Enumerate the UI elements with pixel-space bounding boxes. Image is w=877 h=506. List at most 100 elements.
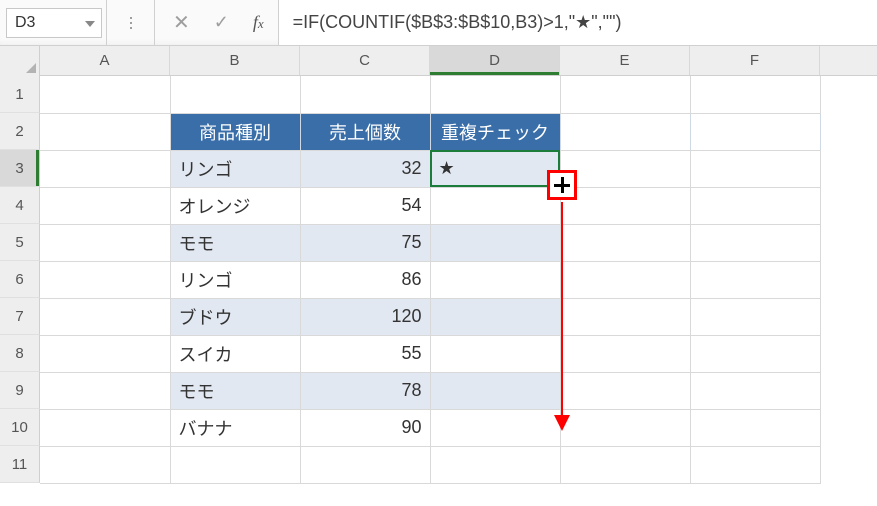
fx-icon[interactable]: fx: [253, 12, 264, 33]
cell[interactable]: [430, 298, 560, 335]
row-header[interactable]: 11: [0, 446, 40, 483]
row-header[interactable]: 4: [0, 187, 40, 224]
cell[interactable]: 32: [300, 150, 430, 187]
cell[interactable]: [690, 224, 820, 261]
cell[interactable]: [430, 409, 560, 446]
cell[interactable]: 120: [300, 298, 430, 335]
cell[interactable]: [690, 298, 820, 335]
cell[interactable]: リンゴ: [170, 261, 300, 298]
cell[interactable]: [560, 150, 690, 187]
row-header[interactable]: 5: [0, 224, 40, 261]
cell[interactable]: [430, 335, 560, 372]
cell[interactable]: [40, 187, 170, 224]
cell[interactable]: [690, 372, 820, 409]
cell[interactable]: 75: [300, 224, 430, 261]
cell[interactable]: [430, 446, 560, 483]
cell[interactable]: スイカ: [170, 335, 300, 372]
cell[interactable]: [560, 446, 690, 483]
cell[interactable]: [430, 372, 560, 409]
name-box[interactable]: D3: [6, 8, 102, 38]
cell[interactable]: 55: [300, 335, 430, 372]
cell[interactable]: リンゴ: [170, 150, 300, 187]
cell[interactable]: [560, 261, 690, 298]
cell[interactable]: [560, 187, 690, 224]
cell[interactable]: [430, 76, 560, 113]
cell[interactable]: [40, 409, 170, 446]
cancel-icon[interactable]: ✕: [173, 10, 190, 35]
cell[interactable]: [560, 372, 690, 409]
cell[interactable]: [40, 224, 170, 261]
name-box-value: D3: [15, 14, 35, 32]
cell[interactable]: [430, 187, 560, 224]
column-headers: A B C D E F: [0, 46, 877, 76]
cell[interactable]: [690, 113, 820, 150]
cell[interactable]: [690, 150, 820, 187]
cell[interactable]: モモ: [170, 372, 300, 409]
cell[interactable]: [170, 76, 300, 113]
column-header[interactable]: E: [560, 46, 690, 75]
cell[interactable]: [300, 446, 430, 483]
cell[interactable]: [430, 224, 560, 261]
row-header[interactable]: 8: [0, 335, 40, 372]
cell[interactable]: [690, 187, 820, 224]
cell[interactable]: [300, 76, 430, 113]
cell[interactable]: [690, 409, 820, 446]
autofill-arrow: [561, 202, 563, 417]
row-header[interactable]: 3: [0, 150, 40, 187]
formula-bar-buttons: ✕ ✓ fx: [155, 0, 279, 45]
cell[interactable]: [560, 409, 690, 446]
sheet-table: 商品種別 売上個数 重複チェック リンゴ 32 ★: [40, 76, 821, 484]
table-header-cell[interactable]: 商品種別: [170, 113, 300, 150]
row-header[interactable]: 10: [0, 409, 40, 446]
select-all-corner[interactable]: [0, 46, 40, 76]
cell[interactable]: [560, 335, 690, 372]
cell[interactable]: [40, 76, 170, 113]
cell[interactable]: [560, 113, 690, 150]
cell[interactable]: バナナ: [170, 409, 300, 446]
cell[interactable]: [690, 261, 820, 298]
cell[interactable]: 86: [300, 261, 430, 298]
row-header[interactable]: 7: [0, 298, 40, 335]
cell[interactable]: モモ: [170, 224, 300, 261]
cell[interactable]: [40, 150, 170, 187]
cell[interactable]: 54: [300, 187, 430, 224]
column-header[interactable]: C: [300, 46, 430, 75]
formula-bar: D3 ✕ ✓ fx =IF(COUNTIF($B$3:$B$10,B3)>1,"…: [0, 0, 877, 46]
row-header[interactable]: 1: [0, 76, 40, 113]
cell[interactable]: [560, 76, 690, 113]
cell[interactable]: [690, 335, 820, 372]
cell[interactable]: 78: [300, 372, 430, 409]
cell[interactable]: [690, 446, 820, 483]
cell[interactable]: [40, 261, 170, 298]
chevron-down-icon: [85, 14, 95, 32]
column-header[interactable]: B: [170, 46, 300, 75]
cell[interactable]: [40, 372, 170, 409]
column-header[interactable]: A: [40, 46, 170, 75]
column-header[interactable]: F: [690, 46, 820, 75]
spreadsheet-grid: A B C D E F 1 2 3 4 5 6 7 8 9 10 11: [0, 46, 877, 506]
formula-input[interactable]: =IF(COUNTIF($B$3:$B$10,B3)>1,"★",""): [279, 0, 877, 45]
column-header[interactable]: D: [430, 46, 560, 75]
name-box-container: D3: [0, 0, 107, 45]
autofill-arrow-head: [554, 415, 570, 431]
enter-icon[interactable]: ✓: [214, 12, 229, 33]
cell[interactable]: ブドウ: [170, 298, 300, 335]
cell[interactable]: [40, 298, 170, 335]
cell[interactable]: [40, 113, 170, 150]
cell[interactable]: [40, 446, 170, 483]
row-headers: 1 2 3 4 5 6 7 8 9 10 11: [0, 76, 40, 484]
cell[interactable]: ★: [430, 150, 560, 187]
row-header[interactable]: 2: [0, 113, 40, 150]
cell[interactable]: [170, 446, 300, 483]
table-header-cell[interactable]: 重複チェック: [430, 113, 560, 150]
cell[interactable]: [40, 335, 170, 372]
table-header-cell[interactable]: 売上個数: [300, 113, 430, 150]
cell[interactable]: オレンジ: [170, 187, 300, 224]
cell[interactable]: 90: [300, 409, 430, 446]
cell[interactable]: [690, 76, 820, 113]
cell[interactable]: [560, 298, 690, 335]
cell[interactable]: [430, 261, 560, 298]
cell[interactable]: [560, 224, 690, 261]
row-header[interactable]: 6: [0, 261, 40, 298]
row-header[interactable]: 9: [0, 372, 40, 409]
